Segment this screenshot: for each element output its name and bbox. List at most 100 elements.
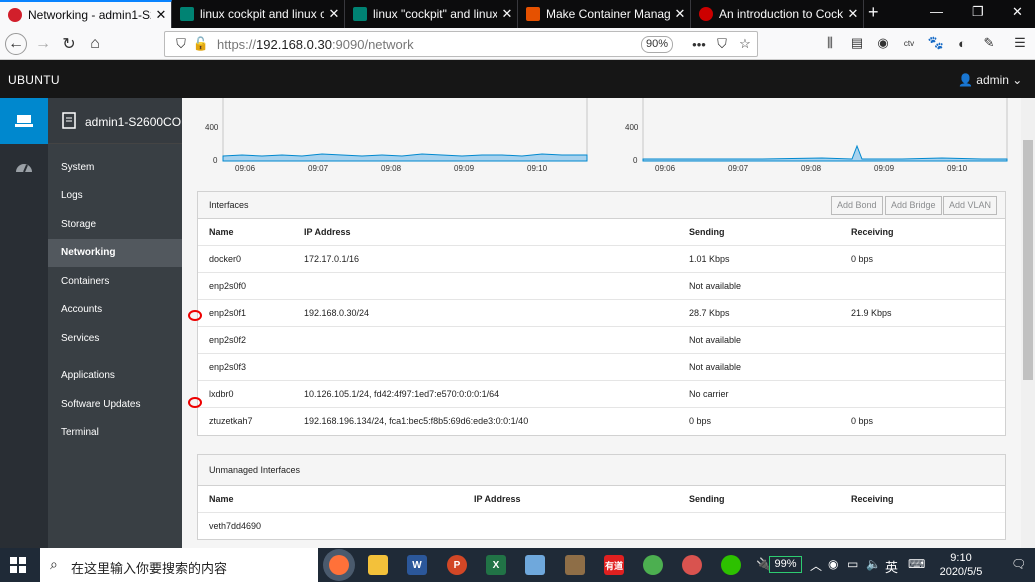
cockpit-favicon-icon: [8, 8, 22, 22]
table-row[interactable]: enp2s0f1 192.168.0.30/24 28.7 Kbps 21.9 …: [198, 300, 1005, 327]
ime-indicator[interactable]: 英: [885, 557, 898, 576]
add-bond-button[interactable]: Add Bond: [831, 196, 883, 215]
x-tick-label: 09:06: [655, 164, 676, 173]
taskbar-search-input[interactable]: ⌕ 在这里输入你要搜索的内容: [40, 548, 318, 582]
wechat-taskbar-icon[interactable]: [721, 555, 741, 575]
chevron-up-icon[interactable]: ︿: [810, 557, 822, 574]
bookmark-star-icon[interactable]: ☆: [737, 36, 753, 52]
keyboard-icon[interactable]: ⌨: [908, 557, 925, 571]
notepad-taskbar-icon[interactable]: [525, 555, 545, 575]
sidebar-item-system[interactable]: System: [48, 154, 182, 182]
page-actions-icon[interactable]: •••: [691, 36, 707, 52]
tab-title: An introduction to Cockpit: [719, 7, 843, 21]
table-row[interactable]: enp2s0f3 Not available: [198, 354, 1005, 381]
insecure-lock-icon[interactable]: 🔓: [193, 36, 209, 52]
table-row[interactable]: ztuzetkah7 192.168.196.134/24, fca1:bec5…: [198, 408, 1005, 435]
firefox-taskbar-icon[interactable]: [329, 555, 349, 575]
add-bridge-button[interactable]: Add Bridge: [885, 196, 942, 215]
interface-name: enp2s0f0: [209, 281, 247, 291]
interfaces-title: Interfaces: [209, 200, 249, 210]
forward-icon[interactable]: →: [32, 33, 54, 55]
sidebar-item-services[interactable]: Services: [48, 325, 182, 353]
extension-ctv-icon[interactable]: ctv: [901, 35, 917, 51]
server-icon: [15, 115, 33, 127]
extension-icon[interactable]: ◐: [954, 35, 970, 51]
sidebar-item-networking[interactable]: Networking: [48, 239, 182, 267]
unmanaged-title: Unmanaged Interfaces: [209, 465, 301, 475]
explorer-taskbar-icon[interactable]: [368, 555, 388, 575]
browser-tab-linode[interactable]: Make Container Management ✕: [518, 0, 691, 28]
volume-icon[interactable]: 🔈: [866, 557, 881, 571]
x-tick-label: 09:10: [527, 164, 548, 173]
new-tab-button[interactable]: +: [868, 2, 879, 23]
pocket-icon[interactable]: ⛉: [714, 36, 730, 52]
sidebar-item-accounts[interactable]: Accounts: [48, 296, 182, 324]
sidebar-toggle-icon[interactable]: ▤: [849, 35, 865, 51]
word-taskbar-icon[interactable]: W: [407, 555, 427, 575]
minimize-icon[interactable]: —: [930, 4, 943, 19]
reload-icon[interactable]: ↻: [58, 33, 80, 55]
close-tab-icon[interactable]: ✕: [843, 6, 863, 22]
add-vlan-button[interactable]: Add VLAN: [943, 196, 998, 215]
extension-cat-icon[interactable]: 🐾: [928, 35, 944, 51]
host-rail-button[interactable]: [0, 98, 48, 144]
user-menu[interactable]: 👤 admin ⌄: [958, 73, 1022, 87]
youdao-taskbar-icon[interactable]: 有道: [604, 555, 624, 575]
table-row[interactable]: enp2s0f2 Not available: [198, 327, 1005, 354]
snail-taskbar-icon[interactable]: [682, 555, 702, 575]
close-tab-icon[interactable]: ✕: [324, 6, 344, 22]
sidebar-item-storage[interactable]: Storage: [48, 211, 182, 239]
network-icon[interactable]: ▭: [847, 557, 858, 571]
battery-level[interactable]: 99%: [769, 556, 802, 573]
scrollbar-thumb[interactable]: [1023, 140, 1033, 380]
table-row[interactable]: veth7dd4690: [198, 513, 1005, 540]
taskbar-clock[interactable]: 9:10 2020/5/5: [930, 551, 992, 579]
shield-icon[interactable]: ⛉: [173, 36, 189, 52]
close-window-icon[interactable]: ✕: [1012, 4, 1023, 20]
library-icon[interactable]: ⫼: [822, 35, 838, 51]
sidebar-item-software-updates[interactable]: Software Updates: [48, 391, 182, 419]
host-name: admin1-S2600CO: [85, 115, 182, 129]
interface-name: enp2s0f1: [209, 308, 247, 318]
url-text[interactable]: https://192.168.0.30:9090/network: [217, 37, 414, 52]
close-tab-icon[interactable]: ✕: [151, 7, 171, 23]
account-icon[interactable]: ◉: [875, 35, 891, 51]
interface-name: veth7dd4690: [209, 521, 262, 531]
browser-tab-networking[interactable]: Networking - admin1-S2600CO ✕: [0, 0, 172, 28]
server-document-icon: [62, 112, 76, 129]
back-icon[interactable]: ←: [5, 33, 27, 55]
sidebar-item-containers[interactable]: Containers: [48, 268, 182, 296]
browser-nav-bar: ← → ↻ ⌂ ⛉ 🔓 https://192.168.0.30:9090/ne…: [0, 28, 1035, 60]
home-icon[interactable]: ⌂: [84, 33, 106, 55]
restore-icon[interactable]: ❐: [972, 4, 984, 20]
column-header-receiving: Receiving: [851, 494, 894, 504]
main-scrollbar[interactable]: [1021, 98, 1035, 548]
dashboard-rail-button[interactable]: [0, 148, 48, 184]
notifications-icon[interactable]: 🗨: [1011, 557, 1026, 571]
powerpoint-taskbar-icon[interactable]: P: [447, 555, 467, 575]
table-row[interactable]: lxdbr0 10.126.105.1/24, fd42:4f97:1ed7:e…: [198, 381, 1005, 408]
browser-tab-bing-1[interactable]: linux cockpit and linux container ✕: [172, 0, 345, 28]
sidebar-item-terminal[interactable]: Terminal: [48, 419, 182, 447]
extension-feather-icon[interactable]: ✎: [981, 35, 997, 51]
virtualbox-taskbar-icon[interactable]: [565, 555, 585, 575]
interfaces-panel: Interfaces Add Bond Add Bridge Add VLAN …: [197, 191, 1006, 436]
zoom-level[interactable]: 90%: [641, 36, 673, 53]
close-tab-icon[interactable]: ✕: [497, 6, 517, 22]
browser-tab-bing-2[interactable]: linux "cockpit" and linux container ✕: [345, 0, 518, 28]
tray-app-icon[interactable]: ◉: [828, 557, 838, 571]
windows-start-icon[interactable]: [10, 557, 26, 573]
chrome-taskbar-icon[interactable]: [643, 555, 663, 575]
url-prefix: https://: [217, 37, 257, 52]
menu-icon[interactable]: ☰: [1012, 35, 1028, 51]
sidebar-item-logs[interactable]: Logs: [48, 182, 182, 210]
table-row[interactable]: enp2s0f0 Not available: [198, 273, 1005, 300]
close-tab-icon[interactable]: ✕: [670, 6, 690, 22]
host-selector[interactable]: admin1-S2600CO: [48, 98, 182, 144]
table-row[interactable]: docker0 172.17.0.1/16 1.01 Kbps 0 bps: [198, 246, 1005, 273]
browser-tab-redhat[interactable]: An introduction to Cockpit ✕: [691, 0, 864, 28]
url-bar[interactable]: ⛉ 🔓 https://192.168.0.30:9090/network 90…: [164, 31, 758, 57]
sidebar-item-applications[interactable]: Applications: [48, 362, 182, 390]
excel-taskbar-icon[interactable]: X: [486, 555, 506, 575]
interface-ip: 192.168.0.30/24: [304, 308, 370, 318]
